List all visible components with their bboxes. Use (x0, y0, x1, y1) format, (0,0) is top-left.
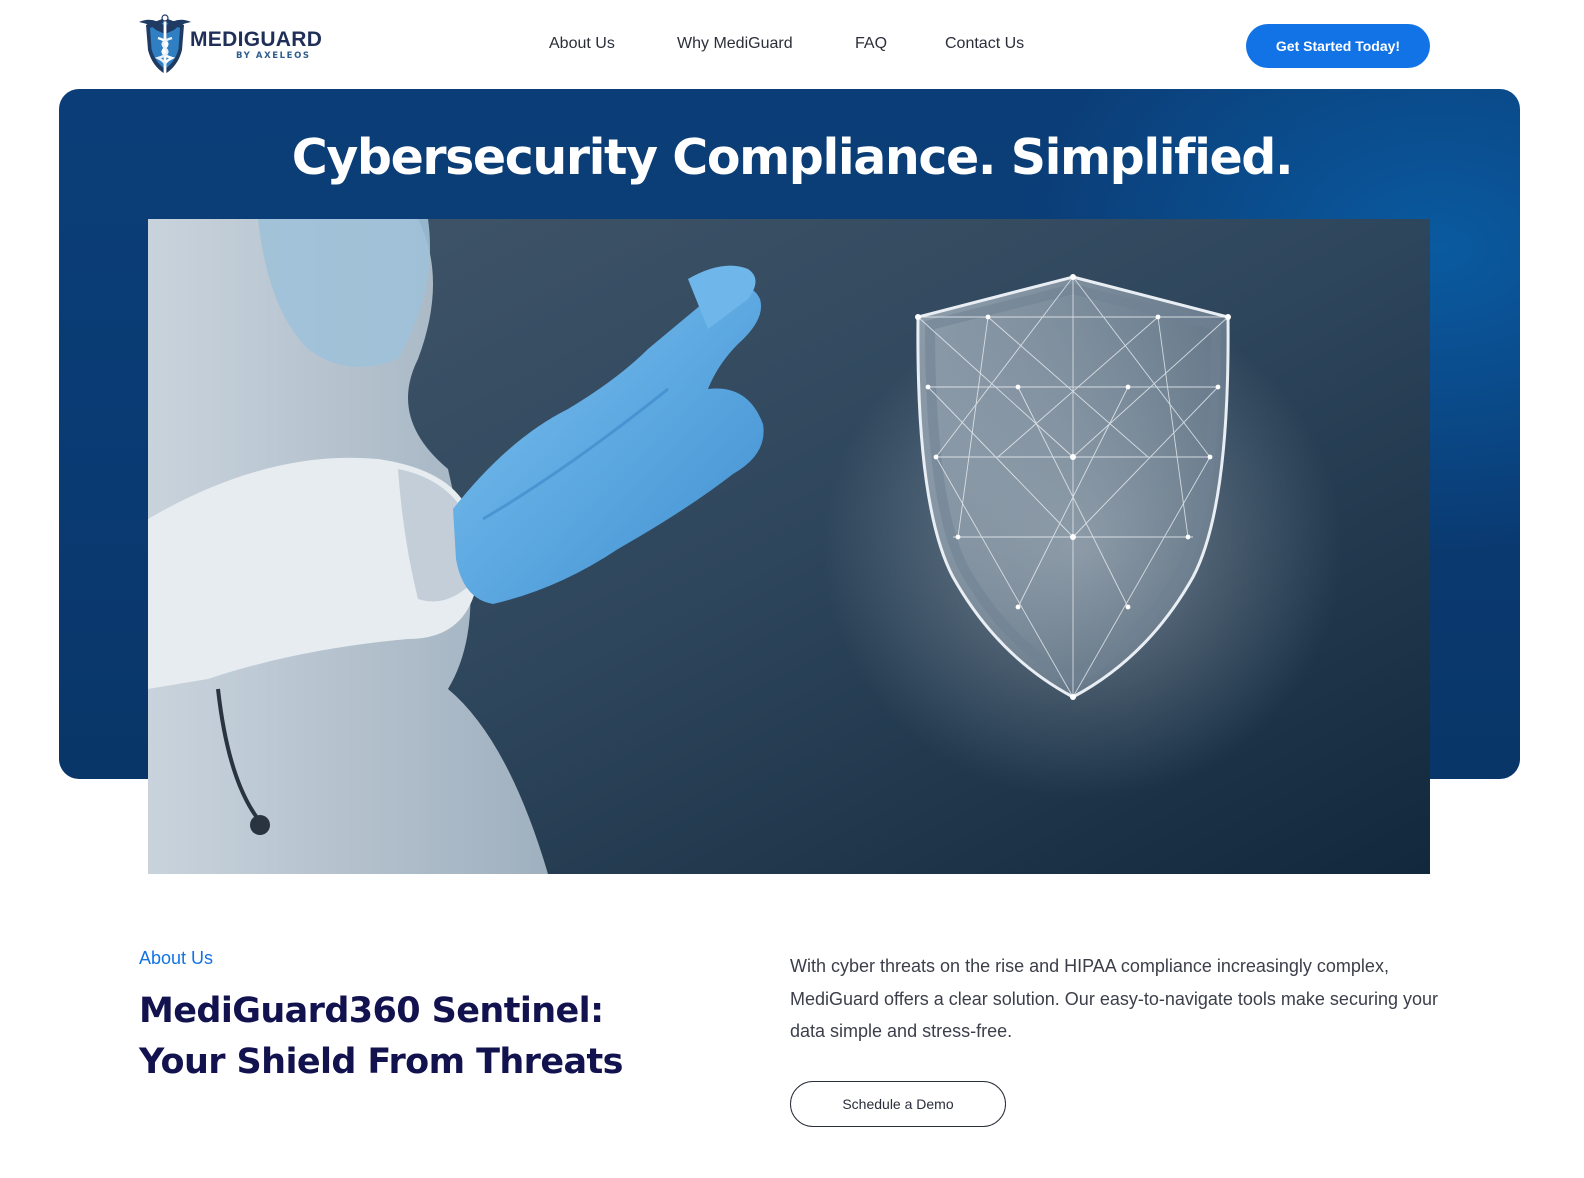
about-heading: MediGuard360 Sentinel: Your Shield From … (139, 991, 623, 1082)
get-started-button[interactable]: Get Started Today! (1246, 24, 1430, 68)
nav-faq[interactable]: FAQ (855, 35, 887, 53)
page: MEDIGUARD BY AXELEOS About Us Why MediGu… (0, 0, 1584, 1178)
logo-subtitle: BY AXELEOS (236, 51, 311, 61)
logo-name: MEDIGUARD (190, 28, 323, 51)
logo[interactable]: MEDIGUARD BY AXELEOS (134, 12, 344, 78)
nav-about-us[interactable]: About Us (549, 35, 615, 53)
gloved-hand-touching-digital-shield-image (148, 219, 1430, 874)
caduceus-shield-icon (139, 14, 191, 74)
nav-why-mediguard[interactable]: Why MediGuard (677, 35, 793, 53)
about-eyebrow: About Us (139, 948, 214, 968)
schedule-demo-button[interactable]: Schedule a Demo (790, 1081, 1006, 1127)
hero-title: Cybersecurity Compliance. Simplified. (291, 129, 1294, 186)
site-header: MEDIGUARD BY AXELEOS About Us Why MediGu… (0, 0, 1584, 90)
hero-image (148, 219, 1430, 874)
nav-contact-us[interactable]: Contact Us (945, 35, 1024, 53)
about-body: With cyber threats on the rise and HIPAA… (790, 956, 1438, 1041)
